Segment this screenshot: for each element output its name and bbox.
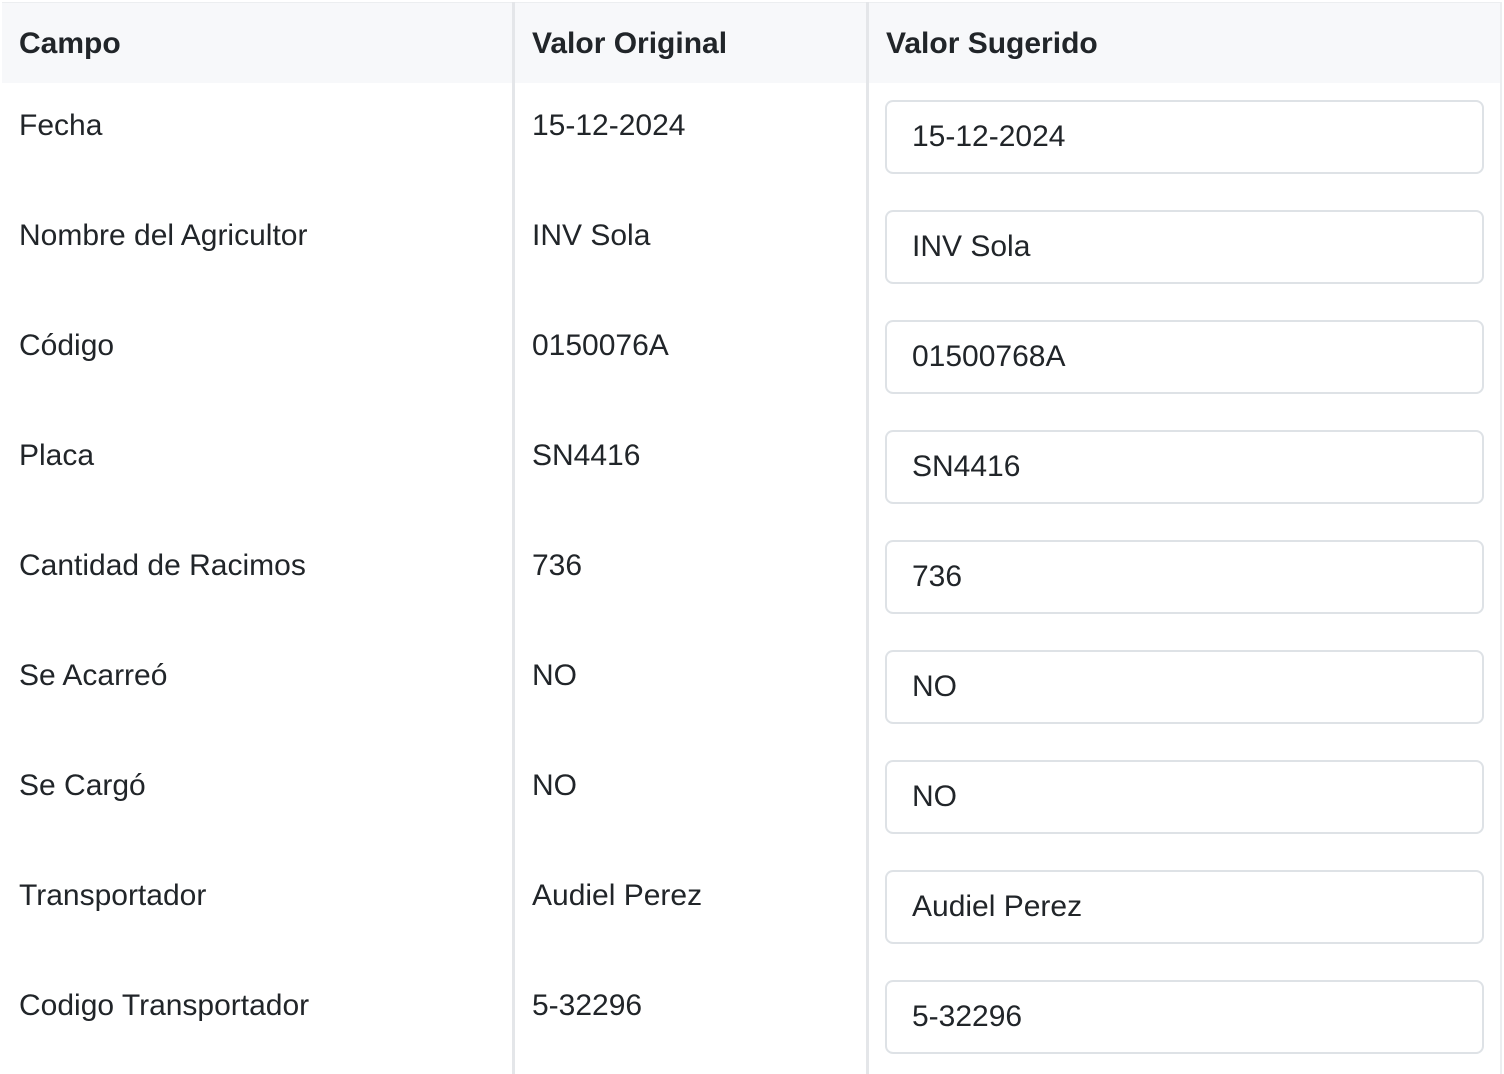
table-header — [2, 2, 1500, 83]
original-value: 15-12-2024 — [532, 109, 686, 142]
suggested-value-input[interactable] — [885, 540, 1484, 614]
original-value: INV Sola — [532, 219, 651, 252]
column-header-suggested: Valor Sugerido — [886, 27, 1098, 60]
field-label: Se Cargó — [19, 769, 146, 802]
table-row: Se Acarreó NO — [0, 632, 1504, 742]
suggested-value-input[interactable] — [885, 210, 1484, 284]
suggested-value-input[interactable] — [885, 870, 1484, 944]
suggested-value-input[interactable] — [885, 320, 1484, 394]
field-label: Fecha — [19, 109, 103, 142]
suggested-value-input[interactable] — [885, 760, 1484, 834]
table-row: Nombre del Agricultor INV Sola — [0, 192, 1504, 302]
field-label: Se Acarreó — [19, 659, 168, 692]
original-value: Audiel Perez — [532, 879, 703, 912]
field-label: Cantidad de Racimos — [19, 549, 306, 582]
field-label: Placa — [19, 439, 95, 472]
column-header-original: Valor Original — [532, 27, 728, 60]
table-row: Transportador Audiel Perez — [0, 852, 1504, 962]
table-row: Placa SN4416 — [0, 412, 1504, 522]
original-value: SN4416 — [532, 439, 641, 472]
original-value: 0150076A — [532, 329, 669, 362]
suggested-value-input[interactable] — [885, 650, 1484, 724]
table-row: Cantidad de Racimos 736 — [0, 522, 1504, 632]
original-value: NO — [532, 769, 577, 802]
table-row: Código 0150076A — [0, 302, 1504, 412]
suggested-value-input[interactable] — [885, 980, 1484, 1054]
field-label: Nombre del Agricultor — [19, 219, 308, 252]
table-row: Fecha 15-12-2024 — [0, 82, 1504, 192]
column-header-field: Campo — [19, 27, 121, 60]
original-value: NO — [532, 659, 577, 692]
field-label: Código — [19, 329, 115, 362]
suggested-value-input[interactable] — [885, 100, 1484, 174]
comparison-table: Campo Valor Original Valor Sugerido Fech… — [0, 0, 1504, 1074]
field-label: Codigo Transportador — [19, 989, 310, 1022]
suggested-value-input[interactable] — [885, 430, 1484, 504]
field-label: Transportador — [19, 879, 207, 912]
table-row: Se Cargó NO — [0, 742, 1504, 852]
original-value: 736 — [532, 549, 583, 582]
original-value: 5-32296 — [532, 989, 643, 1022]
table-row: Codigo Transportador 5-32296 — [0, 962, 1504, 1072]
